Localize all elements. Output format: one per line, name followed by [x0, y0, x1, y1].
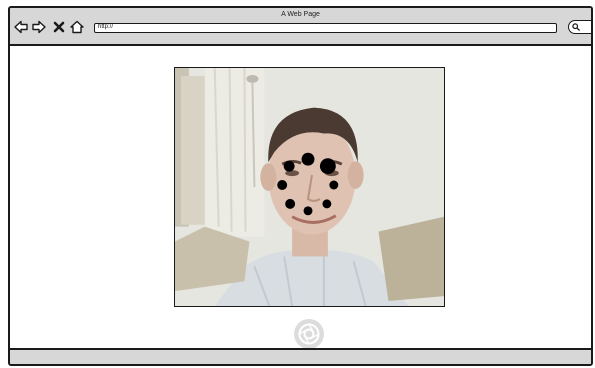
browser-window: A Web Page http://	[8, 6, 593, 366]
status-bar	[10, 348, 591, 364]
window-title: A Web Page	[281, 11, 320, 18]
page-content	[10, 46, 591, 350]
webcam-photo	[174, 67, 445, 307]
forward-button[interactable]	[32, 20, 46, 34]
camera-shutter-icon	[298, 323, 320, 345]
browser-toolbar: A Web Page http://	[10, 8, 591, 46]
search-box[interactable]	[568, 20, 591, 34]
stop-button[interactable]	[52, 20, 66, 34]
capture-button[interactable]	[294, 319, 324, 349]
close-x-icon	[53, 21, 65, 33]
home-icon	[70, 20, 84, 34]
webcam-portrait	[175, 68, 444, 306]
search-icon	[572, 23, 580, 31]
home-button[interactable]	[70, 20, 84, 34]
back-arrow-icon	[14, 20, 28, 34]
forward-arrow-icon	[32, 20, 46, 34]
back-button[interactable]	[14, 20, 28, 34]
address-bar[interactable]: http://	[94, 23, 557, 33]
